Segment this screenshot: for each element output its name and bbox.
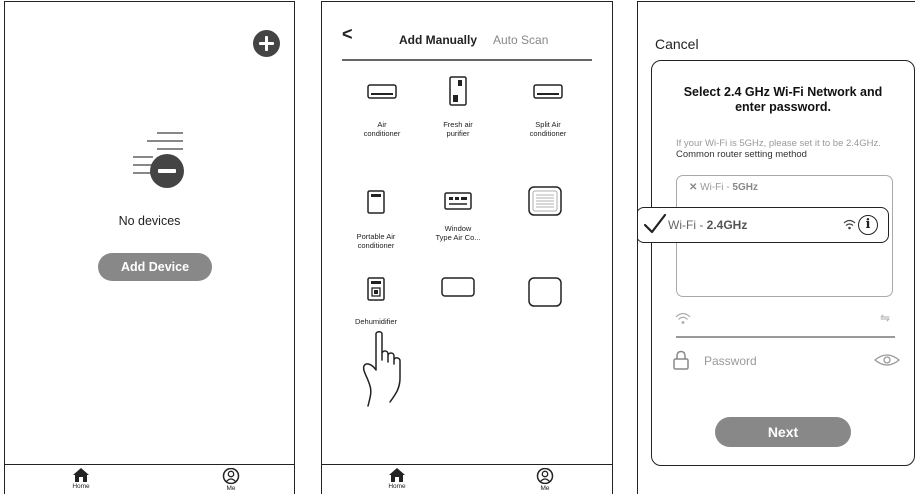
device-list-icon (528, 186, 562, 216)
home-icon (73, 468, 89, 482)
wifi-24ghz-item[interactable]: Wi-Fi - 2.4GHz i (638, 207, 889, 243)
device-label: Fresh air (443, 120, 473, 129)
wifi-5ghz-band: 5GHz (732, 182, 758, 193)
empty-state-text: No devices (118, 214, 181, 228)
device-square-icon (528, 277, 562, 307)
device-label: Dehumidifier (354, 317, 398, 326)
tab-auto-scan[interactable]: Auto Scan (493, 33, 548, 47)
home-icon (389, 468, 405, 482)
bottom-nav: Home Me (322, 464, 612, 494)
wifi-field-underline (676, 336, 895, 338)
portable-air-conditioner-icon (367, 190, 385, 214)
next-button[interactable]: Next (715, 417, 851, 447)
tab-me[interactable]: Me (211, 468, 251, 492)
swap-icon[interactable]: ⇋ (880, 311, 890, 325)
window-air-conditioner-icon (444, 192, 472, 210)
tab-home[interactable]: Home (61, 468, 101, 490)
device-portable-air-conditioner[interactable]: Portable Air conditioner (336, 190, 416, 250)
add-circle-icon[interactable] (253, 30, 280, 57)
wifi-setup-screen: Cancel Select 2.4 GHz Wi-Fi Network and … (637, 1, 915, 494)
wifi-hint: If your Wi-Fi is 5GHz, please set it to … (676, 138, 896, 160)
split-air-conditioner-icon (533, 84, 563, 99)
device-fresh-air-purifier[interactable]: Fresh air purifier (418, 76, 498, 138)
user-icon (536, 468, 554, 484)
device-label: purifier (446, 129, 470, 138)
router-setting-link[interactable]: Common router setting method (676, 149, 807, 160)
tab-home-label: Home (72, 483, 90, 490)
device-unlabeled-rect[interactable] (418, 277, 498, 297)
device-label: conditioner (363, 129, 401, 138)
pointing-hand-icon (362, 331, 401, 407)
wifi-24ghz-name: Wi-Fi - 2.4GHz (668, 218, 747, 232)
user-icon (222, 468, 240, 484)
lock-icon (673, 350, 689, 370)
remove-circle-icon (150, 154, 184, 188)
wifi-24ghz-prefix: Wi-Fi - (668, 218, 707, 232)
wifi-24ghz-band: 2.4GHz (706, 218, 748, 232)
wifi-hint-text: If your Wi-Fi is 5GHz, please set it to … (676, 138, 881, 149)
device-label: Portable Air (356, 232, 396, 241)
air-conditioner-icon (367, 84, 397, 99)
device-unlabeled-square[interactable] (505, 277, 585, 307)
info-icon[interactable]: i (858, 215, 878, 235)
eye-icon[interactable] (874, 353, 900, 367)
device-label: conditioner (529, 129, 567, 138)
wifi-card: Select 2.4 GHz Wi-Fi Network and enter p… (638, 60, 915, 466)
checkmark-icon (643, 213, 667, 234)
add-device-button[interactable]: Add Device (98, 253, 212, 281)
wifi-5ghz-item[interactable]: ✕ Wi-Fi - 5GHz (689, 182, 758, 193)
add-device-screen: < Add Manually Auto Scan Air conditioner… (321, 1, 613, 494)
tab-me[interactable]: Me (525, 468, 565, 492)
title-line: Select 2.4 GHz Wi-Fi Network and (683, 85, 883, 99)
tab-add-manually[interactable]: Add Manually (399, 33, 477, 47)
wifi-signal-icon (675, 312, 691, 324)
dehumidifier-icon (367, 277, 385, 301)
device-label: Type Air Co... (435, 233, 481, 242)
device-label: conditioner (357, 241, 395, 250)
password-field[interactable]: Password (704, 354, 757, 368)
wifi-card-title: Select 2.4 GHz Wi-Fi Network and enter p… (652, 85, 914, 115)
wifi-signal-icon (843, 219, 856, 230)
tab-me-label: Me (226, 485, 236, 492)
tab-home-label: Home (388, 483, 406, 490)
tab-home[interactable]: Home (377, 468, 417, 490)
device-label: Air (377, 120, 387, 129)
tab-me-label: Me (540, 485, 550, 492)
empty-list-icon (133, 132, 184, 188)
wifi-5ghz-prefix: Wi-Fi - (700, 182, 733, 193)
device-air-conditioner[interactable]: Air conditioner (342, 84, 422, 138)
device-unlabeled-list[interactable] (505, 186, 585, 216)
cancel-button[interactable]: Cancel (655, 36, 699, 52)
tab-divider (342, 59, 592, 61)
device-rect-icon (441, 277, 475, 297)
device-label: Split Air (535, 120, 561, 129)
device-split-air-conditioner[interactable]: Split Air conditioner (508, 84, 588, 138)
device-dehumidifier[interactable]: Dehumidifier (336, 277, 416, 326)
cross-icon: ✕ (689, 182, 698, 193)
back-button[interactable]: < (342, 24, 353, 45)
device-label: Window (444, 224, 472, 233)
fresh-air-purifier-icon (449, 76, 467, 106)
device-list-screen: No devices Add Device Home Me (4, 1, 295, 494)
bottom-nav: Home Me (5, 464, 294, 494)
device-window-air-conditioner[interactable]: Window Type Air Co... (418, 192, 498, 242)
title-line: enter password. (735, 100, 831, 114)
